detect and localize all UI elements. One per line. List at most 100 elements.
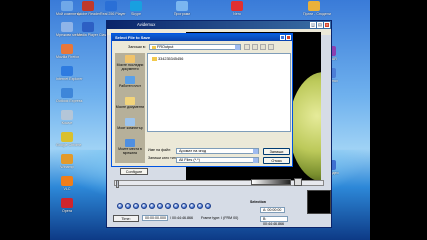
places-item[interactable]: Моите места в мрежата — [115, 139, 145, 156]
desktop-icon-label: Прати - Сподели — [303, 12, 331, 16]
prev-keyframe-button[interactable] — [149, 203, 155, 209]
app-icon — [61, 110, 73, 120]
app-icon — [61, 66, 73, 76]
app-icon — [308, 1, 320, 11]
goto-first-button[interactable] — [197, 203, 203, 209]
volume-slider[interactable] — [251, 179, 291, 185]
selection-a-field: A: 00:00:00 — [260, 207, 285, 213]
desktop-icon-label: Мой компютър — [56, 12, 81, 16]
desktop-icon-label: Adobe Reader — [77, 12, 101, 16]
desktop-icon[interactable]: Програми — [171, 1, 193, 16]
maximize-button[interactable]: □ — [317, 22, 323, 28]
stop-button[interactable] — [125, 203, 131, 209]
desktop-icon[interactable]: Winamp — [56, 154, 78, 169]
app-icon — [61, 132, 73, 142]
desktop-icon-label: Програми — [173, 12, 191, 16]
save-in-combo[interactable]: FROutput — [149, 44, 241, 50]
app-icon — [231, 1, 243, 11]
app-icon — [61, 22, 73, 32]
desktop-icon[interactable]: Skype — [125, 1, 147, 16]
up-folder-button[interactable] — [252, 44, 258, 50]
total-time: / 00:44:46.866 — [170, 216, 193, 220]
next-keyframe-button[interactable] — [157, 203, 163, 209]
next-black-button[interactable] — [189, 203, 195, 209]
goto-last-button[interactable] — [205, 203, 211, 209]
app-icon — [61, 176, 73, 186]
timeline-cursor[interactable] — [116, 180, 119, 188]
desktop-icon[interactable]: Opera — [56, 198, 78, 213]
back-button[interactable] — [244, 44, 250, 50]
places-item[interactable]: Моите последни документи — [115, 55, 145, 72]
filetype-select[interactable]: All Files (*.*) — [176, 157, 259, 163]
set-marker-a-button[interactable] — [165, 203, 171, 209]
desktop-icon-label: Internet Explorer — [56, 77, 83, 81]
file-list[interactable]: 334235345456 — [147, 53, 291, 132]
desktop-icon[interactable]: Adobe Reader — [77, 1, 101, 16]
help-button[interactable] — [280, 35, 285, 40]
places-item-label: Моите документи — [115, 105, 145, 109]
chevron-down-icon — [253, 158, 258, 163]
mini-preview — [307, 190, 331, 214]
frame-type: Frame type: I (FRM 00) — [201, 216, 239, 220]
app-icon — [61, 44, 73, 54]
desktop-icon[interactable]: VLC — [56, 176, 78, 191]
places-item[interactable]: Моят компютър — [115, 118, 145, 131]
places-item-label: Моите последни документи — [116, 63, 144, 71]
new-folder-button[interactable] — [260, 44, 266, 50]
configure-button[interactable]: Configure — [120, 168, 148, 175]
selection-b-field: B: 00:44:46.866 — [260, 216, 288, 226]
desktop-icon-label: Winamp — [60, 165, 74, 169]
desktop-icon-label: Кошче — [61, 121, 73, 125]
desktop-icon[interactable]: Google Chrome — [56, 132, 81, 147]
place-icon — [125, 55, 135, 63]
prev-black-button[interactable] — [181, 203, 187, 209]
app-title-bar: Avidemux — [107, 21, 331, 29]
desktop-icon[interactable]: Кошче — [56, 110, 78, 125]
close-button[interactable]: × — [324, 22, 330, 28]
desktop-icon[interactable]: Outlook Express — [56, 88, 82, 103]
next-frame-button[interactable] — [141, 203, 147, 209]
places-bar: Моите последни документи Работен плот Моит… — [115, 53, 145, 163]
view-menu-button[interactable] — [268, 44, 274, 50]
filename-field[interactable]: Аромат на ягод — [176, 148, 259, 154]
desktop-icon-label: Мрежови места — [56, 33, 83, 37]
timeline-slider[interactable] — [114, 180, 324, 188]
dialog-close-button[interactable] — [286, 35, 291, 40]
app-icon — [82, 1, 94, 11]
desktop-icon[interactable]: Прати - Сподели — [303, 1, 331, 16]
places-item[interactable]: Работен плот — [115, 76, 145, 89]
places-item-label: Моят компютър — [117, 126, 143, 130]
desktop-icon[interactable]: Real 256 Player — [100, 1, 126, 16]
minimize-button[interactable]: _ — [310, 22, 316, 28]
desktop-icon[interactable]: Mozilla Firefox — [56, 44, 79, 59]
set-marker-b-button[interactable] — [173, 203, 179, 209]
desktop-icon[interactable]: Мрежови места — [56, 22, 83, 37]
desktop-icon[interactable]: Media Player Classic — [77, 22, 111, 37]
place-icon — [125, 118, 135, 126]
app-icon — [176, 1, 188, 11]
app-icon — [130, 1, 142, 11]
app-icon — [61, 1, 73, 11]
prev-frame-button[interactable] — [133, 203, 139, 209]
dialog-title: Select File to Save — [112, 34, 292, 41]
current-time-field[interactable]: 00:00:00.000 — [142, 215, 168, 221]
places-item-label: Работен плот — [119, 84, 141, 88]
save-button[interactable]: Запиши — [263, 148, 290, 155]
desktop-icon[interactable]: Мой компютър — [56, 1, 81, 16]
file-name: 334235345456 — [158, 57, 184, 61]
volume-button[interactable] — [294, 178, 302, 186]
desktop-icon[interactable]: Nero — [226, 1, 248, 16]
cancel-button[interactable]: Отказ — [263, 157, 290, 164]
filename-label: Име на файл: — [148, 148, 172, 152]
desktop-icon-label: VLC — [63, 187, 71, 191]
app-icon — [61, 88, 73, 98]
desktop-icon-label: Opera — [62, 209, 72, 213]
list-item[interactable]: 334235345456 — [152, 57, 183, 61]
play-button[interactable] — [117, 203, 123, 209]
desktop-icon-label: Nero — [233, 12, 241, 16]
time-button[interactable]: Time: — [113, 215, 139, 222]
places-item[interactable]: Моите документи — [115, 97, 145, 110]
folder-icon — [152, 57, 157, 61]
right-letterbox — [370, 0, 427, 240]
desktop-icon[interactable]: Internet Explorer — [56, 66, 83, 81]
